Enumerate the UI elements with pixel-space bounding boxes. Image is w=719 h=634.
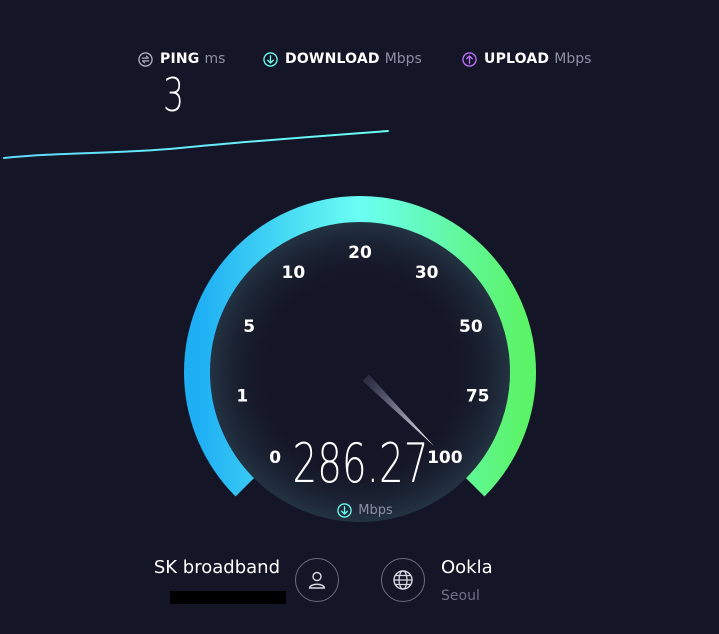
globe-icon <box>393 570 413 590</box>
current-speed-value: 286.27 <box>291 432 429 495</box>
gauge-tick-label: 1 <box>236 386 248 406</box>
speed-gauge: 0151020305075100 <box>184 196 536 522</box>
gauge-tick-label: 50 <box>459 317 483 337</box>
user-icon <box>308 571 326 589</box>
speed-unit-label: Mbps <box>358 503 393 518</box>
change-server-button[interactable] <box>381 558 425 602</box>
isp-name: SK broadband <box>153 557 280 578</box>
gauge-tick-label: 75 <box>466 386 490 406</box>
server-location: Seoul <box>441 588 480 604</box>
isp-ip-redacted <box>170 591 286 604</box>
server-name: Ookla <box>441 557 493 578</box>
change-provider-button[interactable] <box>295 558 339 602</box>
gauge-tick-label: 5 <box>243 317 255 337</box>
speed-unit: Mbps <box>320 503 410 518</box>
gauge-tick-label: 30 <box>415 263 439 283</box>
gauge-tick-label: 20 <box>348 243 372 263</box>
download-icon <box>337 503 352 518</box>
gauge-tick-label: 10 <box>281 263 305 283</box>
